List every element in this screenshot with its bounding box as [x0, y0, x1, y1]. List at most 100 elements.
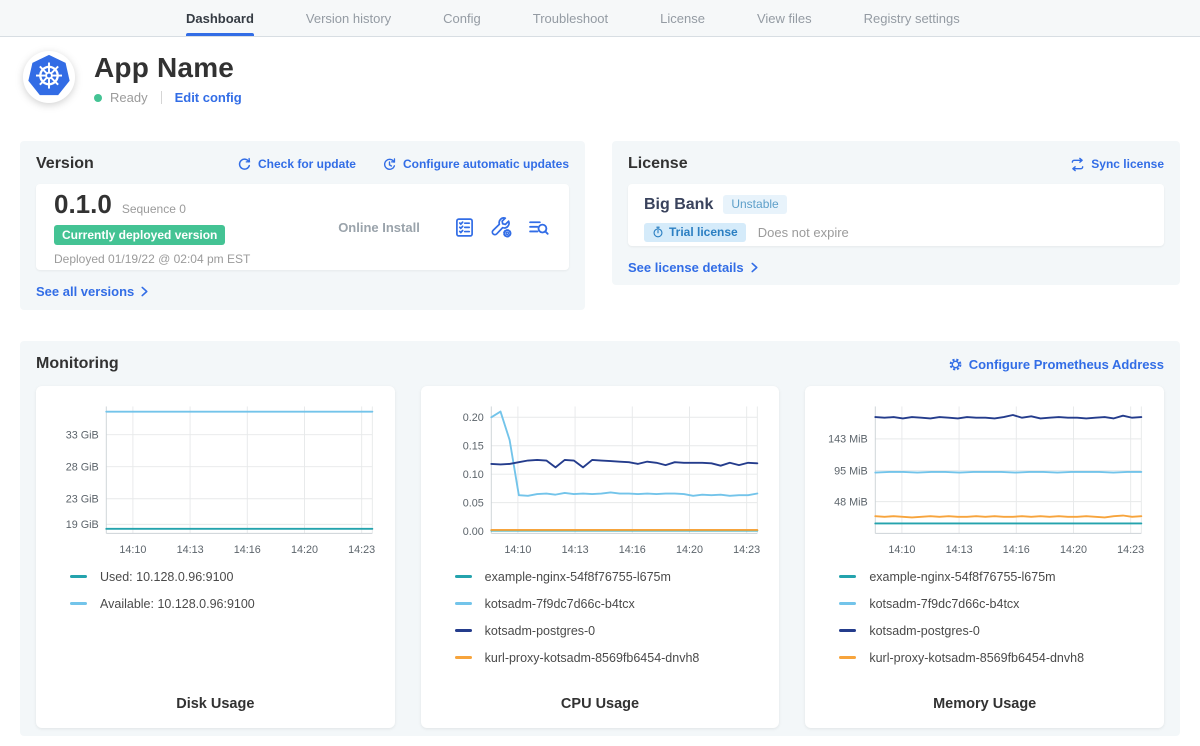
- sync-license-label: Sync license: [1091, 157, 1164, 171]
- legend-item: example-nginx-54f8f76755-l675m: [839, 570, 1152, 584]
- svg-text:95 MiB: 95 MiB: [835, 465, 869, 477]
- nav-tabs: Dashboard Version history Config Trouble…: [0, 0, 1200, 36]
- svg-text:14:23: 14:23: [348, 544, 375, 556]
- sequence-label: Sequence 0: [122, 202, 186, 216]
- svg-text:14:16: 14:16: [618, 544, 645, 556]
- legend-swatch: [455, 575, 472, 578]
- chart-legend: example-nginx-54f8f76755-l675m kotsadm-7f…: [433, 570, 768, 678]
- chart-legend: Used: 10.128.0.96:9100 Available: 10.128.…: [48, 570, 383, 624]
- status-dot: [94, 94, 102, 102]
- license-panel-title: License: [628, 155, 688, 173]
- legend-label: kotsadm-postgres-0: [869, 624, 979, 638]
- memory-usage-chart-card: 14:1014:1314:1614:2014:23143 MiB95 MiB48…: [805, 386, 1164, 728]
- svg-text:0.20: 0.20: [462, 412, 483, 424]
- chart-title: CPU Usage: [433, 688, 768, 728]
- config-wrench-icon[interactable]: [491, 217, 512, 238]
- svg-text:0.10: 0.10: [462, 469, 483, 481]
- status-badge: Ready: [110, 90, 148, 105]
- svg-text:48 MiB: 48 MiB: [835, 496, 869, 508]
- divider: [161, 91, 162, 104]
- configure-auto-updates-link[interactable]: Configure automatic updates: [382, 157, 569, 172]
- see-license-details-label: See license details: [628, 260, 744, 275]
- chart-title: Memory Usage: [817, 688, 1152, 728]
- channel-badge: Unstable: [723, 195, 786, 214]
- legend-swatch: [839, 602, 856, 605]
- version-panel: Version Check for update: [20, 141, 585, 310]
- legend-label: kotsadm-7f9dc7d66c-b4tcx: [869, 597, 1019, 611]
- svg-text:14:13: 14:13: [946, 544, 973, 556]
- see-license-details-link[interactable]: See license details: [628, 260, 759, 275]
- tab-license[interactable]: License: [660, 0, 705, 36]
- legend-item: kotsadm-7f9dc7d66c-b4tcx: [839, 597, 1152, 611]
- sync-arrows-icon: [1070, 157, 1085, 172]
- tab-troubleshoot[interactable]: Troubleshoot: [533, 0, 608, 36]
- chart-legend: example-nginx-54f8f76755-l675m kotsadm-7f…: [817, 570, 1152, 678]
- legend-swatch: [839, 629, 856, 632]
- legend-item: Available: 10.128.0.96:9100: [70, 597, 383, 611]
- version-panel-title: Version: [36, 155, 94, 173]
- tab-view-files[interactable]: View files: [757, 0, 812, 36]
- monitoring-panel-title: Monitoring: [36, 355, 119, 373]
- svg-text:14:16: 14:16: [1003, 544, 1030, 556]
- app-header: App Name Ready Edit config: [22, 50, 242, 105]
- top-nav: Dashboard Version history Config Trouble…: [0, 0, 1200, 37]
- disk-usage-chart-card: 14:1014:1314:1614:2014:2333 GiB28 GiB23 …: [36, 386, 395, 728]
- refresh-icon: [237, 157, 252, 172]
- legend-item: kurl-proxy-kotsadm-8569fb6454-dnvh8: [839, 651, 1152, 665]
- chart-title: Disk Usage: [48, 688, 383, 728]
- legend-item: kotsadm-postgres-0: [455, 624, 768, 638]
- legend-item: kotsadm-7f9dc7d66c-b4tcx: [455, 597, 768, 611]
- svg-text:0.00: 0.00: [462, 526, 483, 538]
- legend-item: example-nginx-54f8f76755-l675m: [455, 570, 768, 584]
- legend-swatch: [455, 602, 472, 605]
- svg-text:14:10: 14:10: [889, 544, 916, 556]
- license-type-label: Trial license: [669, 225, 738, 239]
- check-for-update-label: Check for update: [258, 157, 356, 171]
- license-card: Big Bank Unstable Trial license Does not…: [628, 184, 1164, 246]
- cpu-usage-chart-card: 14:1014:1314:1614:2014:230.200.150.100.0…: [421, 386, 780, 728]
- gear-icon: [948, 357, 963, 372]
- svg-text:14:20: 14:20: [676, 544, 703, 556]
- kubernetes-logo-icon: [22, 50, 76, 104]
- tab-version-history[interactable]: Version history: [306, 0, 391, 36]
- legend-label: kurl-proxy-kotsadm-8569fb6454-dnvh8: [869, 651, 1084, 665]
- svg-text:19 GiB: 19 GiB: [66, 519, 99, 531]
- edit-config-link[interactable]: Edit config: [175, 90, 242, 105]
- deployed-badge: Currently deployed version: [54, 225, 225, 245]
- legend-swatch: [70, 602, 87, 605]
- legend-label: Available: 10.128.0.96:9100: [100, 597, 255, 611]
- svg-text:14:16: 14:16: [234, 544, 261, 556]
- configure-prometheus-link[interactable]: Configure Prometheus Address: [948, 357, 1164, 372]
- legend-swatch: [455, 629, 472, 632]
- svg-text:23 GiB: 23 GiB: [66, 494, 99, 506]
- install-type-label: Online Install: [338, 220, 420, 235]
- svg-text:14:20: 14:20: [1060, 544, 1087, 556]
- svg-text:0.15: 0.15: [462, 440, 483, 452]
- sync-license-link[interactable]: Sync license: [1070, 157, 1164, 172]
- deploy-logs-icon[interactable]: [528, 217, 549, 238]
- cpu-usage-chart: 14:1014:1314:1614:2014:230.200.150.100.0…: [433, 398, 768, 560]
- page-title: App Name: [94, 52, 242, 84]
- tab-config[interactable]: Config: [443, 0, 481, 36]
- legend-label: Used: 10.128.0.96:9100: [100, 570, 233, 584]
- svg-text:28 GiB: 28 GiB: [66, 461, 99, 473]
- tab-dashboard[interactable]: Dashboard: [186, 0, 254, 36]
- legend-label: kurl-proxy-kotsadm-8569fb6454-dnvh8: [485, 651, 700, 665]
- schedule-icon: [382, 157, 397, 172]
- check-for-update-link[interactable]: Check for update: [237, 157, 356, 172]
- see-all-versions-label: See all versions: [36, 284, 134, 299]
- see-all-versions-link[interactable]: See all versions: [36, 284, 149, 299]
- svg-text:143 MiB: 143 MiB: [829, 434, 869, 446]
- license-type-badge: Trial license: [644, 223, 746, 242]
- svg-text:14:13: 14:13: [177, 544, 204, 556]
- tab-registry-settings[interactable]: Registry settings: [864, 0, 960, 36]
- chevron-right-icon: [750, 262, 759, 273]
- legend-item: Used: 10.128.0.96:9100: [70, 570, 383, 584]
- current-version-card: 0.1.0 Sequence 0 Currently deployed vers…: [36, 184, 569, 270]
- configure-prometheus-label: Configure Prometheus Address: [969, 357, 1164, 372]
- legend-swatch: [839, 575, 856, 578]
- version-number: 0.1.0: [54, 189, 112, 220]
- preflight-checks-icon[interactable]: [454, 217, 475, 238]
- configure-auto-updates-label: Configure automatic updates: [403, 157, 569, 171]
- svg-text:14:10: 14:10: [119, 544, 146, 556]
